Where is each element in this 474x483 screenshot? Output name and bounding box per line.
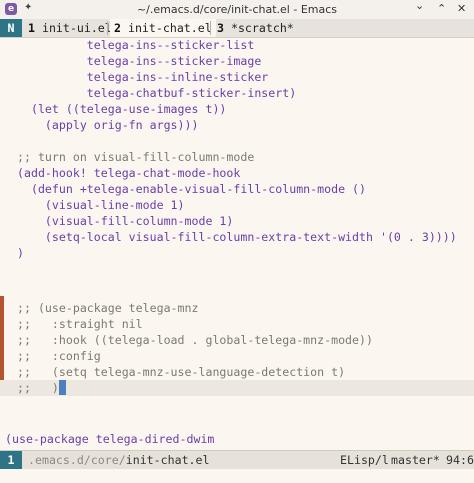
code-line: telega-ins--sticker-list: [17, 38, 255, 52]
major-mode[interactable]: ELisp/l: [340, 451, 389, 469]
code-line: telega-ins--inline-sticker: [17, 70, 269, 84]
directory-path: .emacs.d/core/: [28, 453, 126, 467]
tab-number: 2: [114, 21, 121, 35]
tab-init-chat[interactable]: 2 init-chat.el: [110, 19, 216, 37]
close-button[interactable]: ✕: [457, 2, 466, 15]
tab-init-ui[interactable]: 1 init-ui.el: [24, 19, 116, 37]
code-line: (setq-local visual-fill-column-extra-tex…: [17, 230, 457, 244]
tab-separator: [210, 21, 211, 35]
editor-buffer[interactable]: telega-ins--sticker-list telega-ins--sti…: [0, 37, 474, 450]
code-line: (let ((telega-use-images t)): [17, 102, 227, 116]
tab-separator: [107, 21, 108, 35]
code-line: ;; :config: [17, 349, 101, 363]
code-line: ;; :hook ((telega-load . global-telega-m…: [17, 333, 373, 347]
tab-label: *scratch*: [223, 21, 294, 35]
code-line: (visual-line-mode 1): [17, 198, 185, 212]
code-line: ;; turn on visual-fill-column-mode: [17, 150, 255, 164]
code-line: (apply orig-fn args))): [17, 118, 199, 132]
mode-line: 1 .emacs.d/core/init-chat.el ELisp/l mas…: [0, 450, 474, 469]
code-line: ;; (use-package telega-mnz: [17, 301, 199, 315]
code-line: ): [17, 246, 24, 260]
window-number: 1: [0, 451, 22, 469]
code-line-text: ;; ): [17, 381, 59, 395]
tab-scratch[interactable]: 3 *scratch*: [213, 19, 298, 37]
code-line: telega-ins--sticker-image: [17, 54, 262, 68]
code-line: ;; :straight nil: [17, 317, 143, 331]
code-line: ;; (setq telega-mnz-use-language-detecti…: [17, 365, 346, 379]
code-line-current: ;; ): [17, 380, 66, 396]
minimize-button[interactable]: ⌄: [415, 0, 424, 12]
tab-number: 3: [217, 21, 224, 35]
current-line-highlight: [0, 380, 474, 396]
evil-state-indicator: N: [0, 19, 22, 37]
tab-number: 1: [28, 21, 35, 35]
tab-line: N 1 init-ui.el 2 init-chat.el 3 *scratch…: [0, 19, 474, 38]
buffer-file-name: init-chat.el: [125, 453, 210, 467]
title-bar: e ✦ ~/.emacs.d/core/init-chat.el - Emacs…: [0, 0, 474, 20]
code-line: (visual-fill-column-mode 1): [17, 214, 234, 228]
code-line: (use-package telega-dired-dwim: [5, 432, 215, 446]
tab-label: init-ui.el: [34, 21, 112, 35]
text-cursor: [58, 380, 66, 395]
code-line: (add-hook! telega-chat-mode-hook: [17, 166, 241, 180]
cursor-position: 94:6: [446, 453, 474, 467]
maximize-button[interactable]: ⌃: [437, 2, 446, 15]
code-line: (defun +telega-enable-visual-fill-column…: [17, 182, 367, 196]
vc-branch[interactable]: master*: [391, 451, 440, 469]
tab-label: init-chat.el: [120, 21, 212, 35]
window-title: ~/.emacs.d/core/init-chat.el - Emacs: [136, 3, 338, 16]
buffer-path[interactable]: .emacs.d/core/init-chat.el: [28, 451, 210, 469]
code-line: telega-chatbuf-sticker-insert): [17, 86, 297, 100]
